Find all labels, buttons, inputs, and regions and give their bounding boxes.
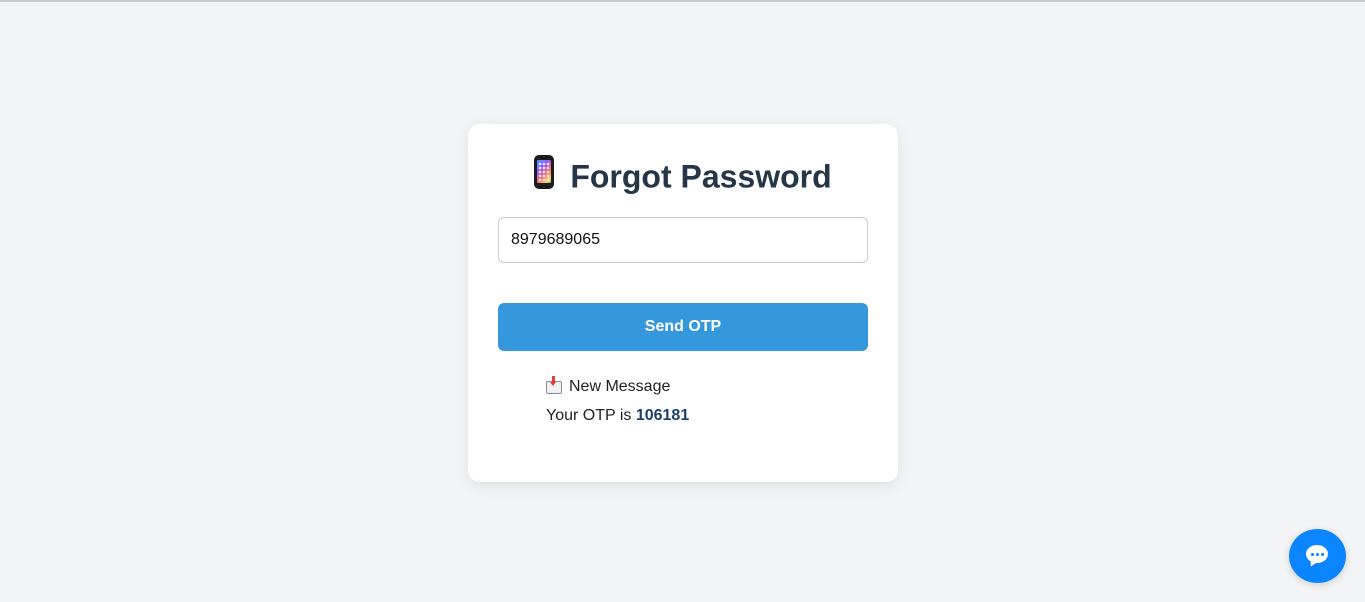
page-title-text: Forgot Password <box>570 158 832 195</box>
forgot-password-card: Forgot Password Send OTP New Message You… <box>468 124 898 482</box>
message-heading: New Message <box>569 378 671 395</box>
chat-bubble-icon <box>1306 545 1328 563</box>
chat-button[interactable] <box>1289 529 1346 583</box>
send-otp-button[interactable]: Send OTP <box>498 303 868 351</box>
message-header: New Message <box>546 374 689 400</box>
otp-message: New Message Your OTP is 106181 <box>546 374 689 429</box>
otp-prefix: Your OTP is <box>546 407 632 424</box>
page-title: Forgot Password <box>468 154 898 197</box>
phone-number-input[interactable] <box>498 217 868 263</box>
inbox-tray-icon <box>546 375 562 394</box>
otp-code: 106181 <box>635 407 690 424</box>
top-border <box>0 0 1365 2</box>
mobile-phone-icon <box>534 155 555 189</box>
message-body: Your OTP is 106181 <box>546 403 689 429</box>
